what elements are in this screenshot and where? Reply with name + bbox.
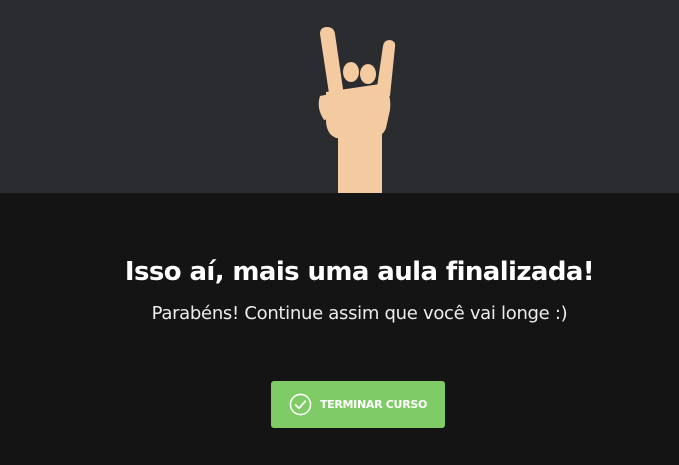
- check-circle-icon: [289, 393, 312, 416]
- finish-course-label: TERMINAR CURSO: [319, 398, 428, 411]
- lesson-complete-screen: Isso aí, mais uma aula finalizada! Parab…: [0, 0, 679, 465]
- page-subtitle: Parabéns! Continue assim que você vai lo…: [151, 303, 568, 324]
- hero-banner: [0, 0, 679, 193]
- rock-on-hand-icon: [318, 27, 396, 193]
- finish-course-button[interactable]: TERMINAR CURSO: [271, 381, 445, 428]
- message-panel: Isso aí, mais uma aula finalizada! Parab…: [0, 193, 679, 465]
- page-title: Isso aí, mais uma aula finalizada!: [124, 257, 595, 287]
